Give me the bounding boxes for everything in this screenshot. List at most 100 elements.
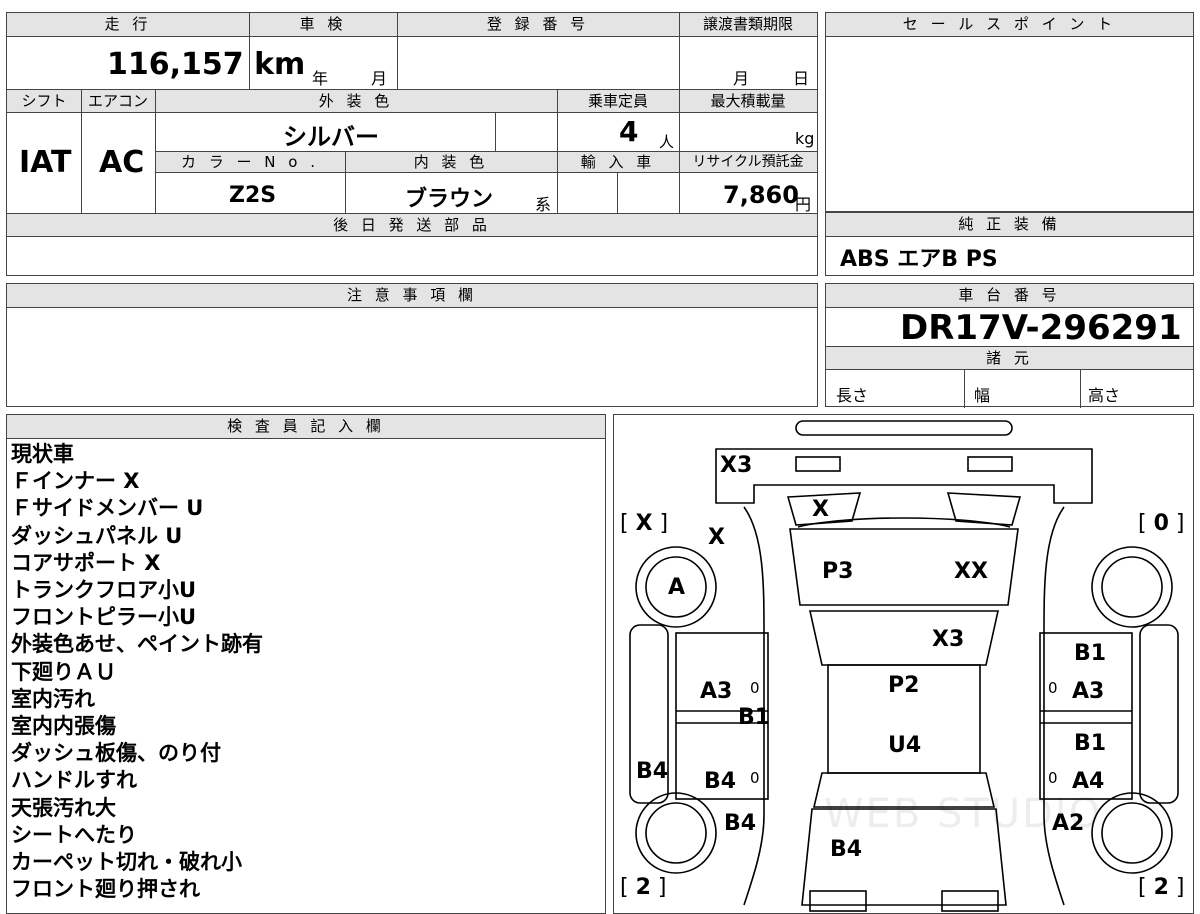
note-line: ダッシュパネル U <box>11 523 183 548</box>
mark-left-rear-quarter: B4 <box>724 811 757 836</box>
grid-line <box>617 173 618 213</box>
shift-header: シフト <box>7 89 81 113</box>
note-line: シートへたり <box>11 822 137 847</box>
genuine-equipment-block: 純 正 装 備 ABS エアB PS <box>825 212 1194 276</box>
vehicle-info-block: 走 行 車 検 登 録 番 号 譲渡書類期限 116,157 km 年 月 月 … <box>6 12 818 276</box>
note-line: ハンドルすれ <box>11 768 137 793</box>
grid-line <box>557 89 558 213</box>
genuine-equipment-value: ABS エアB PS <box>840 247 998 272</box>
mark-right-rear-door-top: B1 <box>1074 731 1107 756</box>
interior-color-header: 内 装 色 <box>345 151 557 173</box>
mark-right-rear-bracket: [ 2 ] <box>1138 875 1185 900</box>
specs-header: 諸 元 <box>826 346 1193 370</box>
mileage-value: 116,157 km <box>107 47 306 82</box>
mark-left-fender: X <box>708 525 725 550</box>
note-line: トランクフロア小U <box>11 578 197 603</box>
mark-left-bracket-value: X <box>635 511 653 536</box>
caution-header: 注 意 事 項 欄 <box>7 284 817 308</box>
note-line: ダッシュ板傷、のり付 <box>11 741 221 766</box>
inspector-notes: 現状車 Ｆインナー X Ｆサイドメンバー U ダッシュパネル U コアサポート … <box>11 441 263 903</box>
mileage-header: 走 行 <box>7 13 249 37</box>
mark-roof-front: P2 <box>888 673 920 698</box>
mark-right-front-door-top: B1 <box>1074 641 1107 666</box>
note-line: 室内汚れ <box>11 686 95 711</box>
grid-line <box>249 13 250 89</box>
note-line: 室内内張傷 <box>11 714 116 739</box>
inspector-block: 検 査 員 記 入 欄 現状車 Ｆインナー X Ｆサイドメンバー U ダッシュパ… <box>6 414 606 914</box>
aircon-value: AC <box>99 145 145 180</box>
mark-right-rear-bracket-value: 2 <box>1153 875 1169 900</box>
note-line: コアサポート X <box>11 550 161 575</box>
mark-windshield: X3 <box>932 627 965 652</box>
chassis-block: 車 台 番 号 DR17V-296291 諸 元 長さ 幅 高さ <box>825 283 1194 408</box>
transfer-deadline-header: 譲渡書類期限 <box>679 13 817 37</box>
grid-line <box>397 13 398 89</box>
recycle-value: 7,860 <box>723 181 799 209</box>
color-no-value: Z2S <box>229 183 277 208</box>
car-outline <box>629 420 1179 912</box>
exterior-color-header: 外 装 色 <box>155 89 557 113</box>
mark-right-front-door: A3 <box>1072 679 1105 704</box>
note-line: Ｆサイドメンバー U <box>11 496 204 521</box>
mark-left-rear-door: B4 <box>704 769 737 794</box>
shift-value: IAT <box>19 145 72 180</box>
max-load-unit: kg <box>795 129 815 148</box>
mark-hood-right: XX <box>954 559 988 584</box>
mark-left-side-panel: B4 <box>636 759 669 784</box>
specs-length: 長さ <box>836 386 869 405</box>
mark-hood-left: P3 <box>822 559 854 584</box>
capacity-header: 乗車定員 <box>557 89 679 113</box>
exterior-color-value: シルバー <box>283 123 379 151</box>
note-line: 外装色あせ、ペイント跡有 <box>11 632 263 657</box>
mark-left-bracket: [ X ] <box>620 511 669 536</box>
chassis-header: 車 台 番 号 <box>826 284 1193 308</box>
grid-line <box>495 113 496 151</box>
grid-line <box>81 89 82 213</box>
mark-front-bumper: X3 <box>720 453 753 478</box>
mark-left-rear-bracket: [ 2 ] <box>620 875 667 900</box>
inspection-year-unit: 年 <box>312 69 329 88</box>
grid-line <box>155 89 156 213</box>
mark-zero: 0 <box>1048 769 1058 787</box>
mark-grille: X <box>812 497 829 522</box>
car-diagram: X3 [ X ] [ 0 ] X X A P3 XX X3 B1 A3 0 P2… <box>613 414 1194 914</box>
mark-zero: 0 <box>1048 679 1058 697</box>
note-line: 下廻りＡＵ <box>11 659 116 684</box>
sales-point-block: セ ー ル ス ポ イ ン ト <box>825 12 1194 212</box>
recycle-unit: 円 <box>795 195 812 214</box>
grid-line <box>964 370 965 408</box>
grid-line <box>679 13 680 213</box>
registration-header: 登 録 番 号 <box>397 13 679 37</box>
note-line: カーペット切れ・破れ小 <box>11 850 242 875</box>
mark-left-rear-bracket-value: 2 <box>635 875 651 900</box>
specs-width: 幅 <box>974 386 991 405</box>
color-no-header: カ ラ ー N o . <box>155 151 345 173</box>
inspection-month-unit: 月 <box>371 69 388 88</box>
note-line: フロントピラー小U <box>11 605 197 630</box>
later-parts-header: 後 日 発 送 部 品 <box>7 213 817 237</box>
note-line: Ｆインナー X <box>11 469 140 494</box>
capacity-unit: 人 <box>659 133 675 151</box>
genuine-equipment-header: 純 正 装 備 <box>826 213 1193 237</box>
transfer-month-unit: 月 <box>733 69 750 88</box>
aircon-header: エアコン <box>81 89 155 113</box>
mark-right-bracket-value: 0 <box>1153 511 1169 536</box>
mark-left-front-door: A3 <box>700 679 733 704</box>
max-load-header: 最大積載量 <box>679 89 817 113</box>
caution-block: 注 意 事 項 欄 <box>6 283 818 407</box>
mark-zero: 0 <box>750 769 760 787</box>
sales-point-header: セ ー ル ス ポ イ ン ト <box>826 13 1193 37</box>
transfer-day-unit: 日 <box>793 69 810 88</box>
interior-color-suffix: 系 <box>535 195 552 214</box>
mark-left-pillar: B1 <box>738 705 771 730</box>
mark-left-front-wheel: A <box>668 575 686 600</box>
mark-roof-rear: U4 <box>888 733 922 758</box>
interior-color-value: ブラウン <box>405 187 494 212</box>
note-line: 現状車 <box>11 442 74 466</box>
note-line: 天張汚れ大 <box>11 795 116 820</box>
watermark: WEB STUDIO <box>824 791 1103 837</box>
inspection-header: 車 検 <box>249 13 397 37</box>
grid-line <box>1080 370 1081 408</box>
recycle-header: リサイクル預託金 <box>679 151 817 173</box>
specs-height: 高さ <box>1088 386 1121 405</box>
